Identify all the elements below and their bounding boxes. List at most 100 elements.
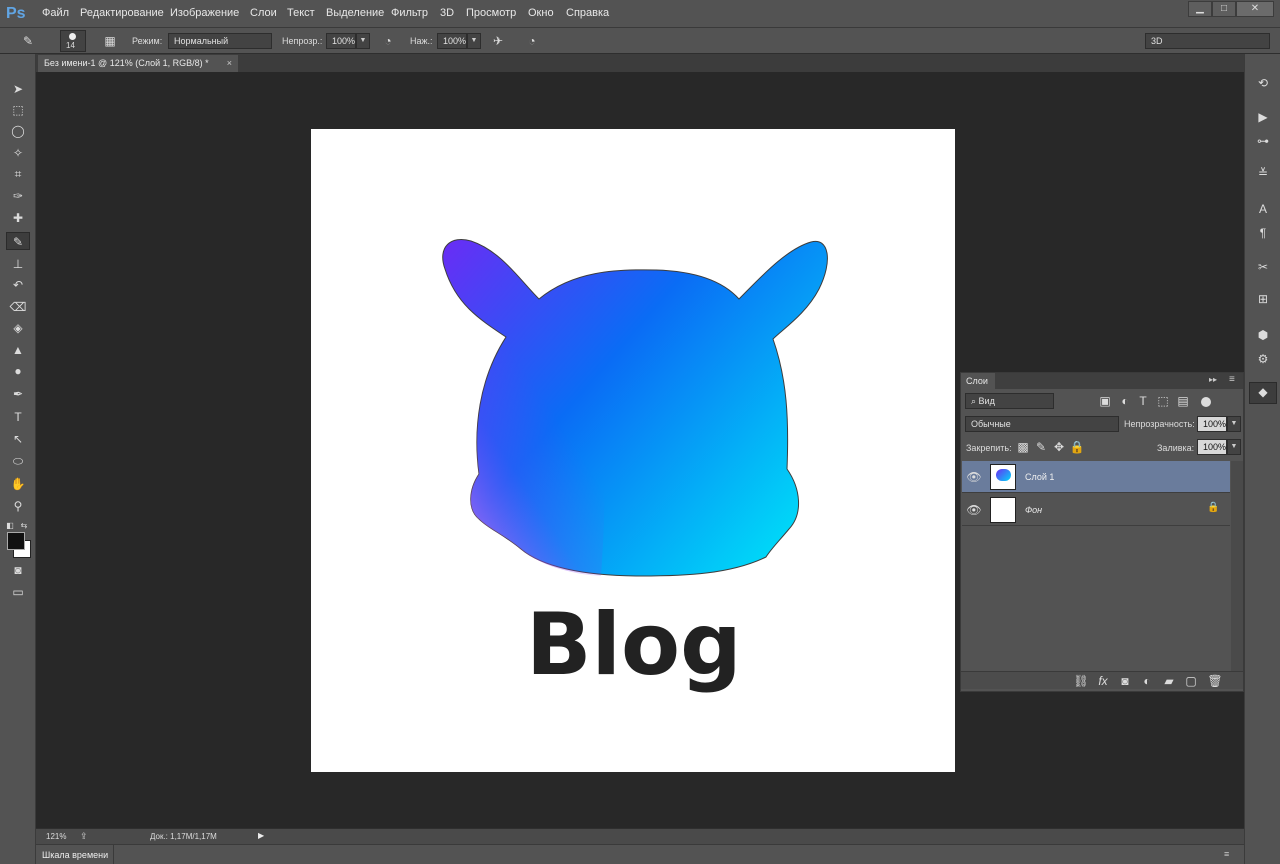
menu-file[interactable]: Файл xyxy=(42,7,69,19)
layers-scrollbar[interactable] xyxy=(1231,461,1243,673)
quick-select-tool-icon[interactable]: ✧ xyxy=(8,144,28,162)
layer-row-background[interactable]: 👁 Фон 🔒 xyxy=(962,494,1230,526)
adjustments-panel-icon[interactable]: ⊶ xyxy=(1253,132,1273,150)
document-tab[interactable]: Без имени-1 @ 121% (Слой 1, RGB/8) * × xyxy=(38,55,238,72)
layer-row-layer1[interactable]: 👁 Слой 1 xyxy=(962,461,1230,493)
adjustment-layer-icon[interactable]: ◐ xyxy=(1137,672,1157,690)
menu-view[interactable]: Просмотр xyxy=(466,7,516,19)
history-brush-tool-icon[interactable]: ↶ xyxy=(8,276,28,294)
layer-filter-select[interactable]: ⌕ Вид xyxy=(965,393,1054,409)
brush-tip-icon xyxy=(69,33,76,40)
blur-tool-icon[interactable]: ▲ xyxy=(8,341,28,359)
filter-shape-icon[interactable]: ⬚ xyxy=(1153,392,1173,410)
panel-menu-icon[interactable]: ≡ xyxy=(1229,374,1235,385)
menu-3d[interactable]: 3D xyxy=(440,7,454,19)
dodge-tool-icon[interactable]: ● xyxy=(8,362,28,380)
crop-tool-icon[interactable]: ⌗ xyxy=(8,165,28,183)
menu-image[interactable]: Изображение xyxy=(170,7,239,19)
tool-presets-icon[interactable]: ✂ xyxy=(1253,258,1273,276)
workspace-select[interactable]: 3D xyxy=(1145,33,1270,49)
layers-panel-icon[interactable]: ◆ xyxy=(1249,382,1277,404)
filter-toggle-icon[interactable] xyxy=(1201,397,1211,407)
airbrush-icon[interactable]: ✈ xyxy=(488,32,508,50)
maximize-icon[interactable]: □ xyxy=(1212,1,1236,17)
type-tool-icon[interactable]: T xyxy=(8,408,28,426)
flow-dropdown-icon[interactable]: ▼ xyxy=(467,33,481,49)
menu-edit[interactable]: Редактирование xyxy=(80,7,164,19)
visibility-eye-icon[interactable]: 👁 xyxy=(964,501,984,519)
filter-smart-object-icon[interactable]: ▤ xyxy=(1173,392,1193,410)
eyedropper-tool-icon[interactable]: ✑ xyxy=(8,187,28,205)
fill-input[interactable]: 100% xyxy=(1197,439,1227,455)
move-tool-icon[interactable]: ➤ xyxy=(8,80,28,98)
mode-select[interactable]: Нормальный xyxy=(168,33,272,49)
foreground-color-swatch[interactable] xyxy=(7,532,25,550)
actions-panel-icon[interactable]: ▶ xyxy=(1253,108,1273,126)
zoom-tool-icon[interactable]: ⚲ xyxy=(8,497,28,515)
delete-layer-icon[interactable]: 🗑 xyxy=(1205,672,1225,690)
link-layers-icon[interactable]: ⛓ xyxy=(1071,672,1091,690)
lock-image-icon[interactable]: ✎ xyxy=(1031,438,1051,456)
collapse-panel-icon[interactable]: ▸▸ xyxy=(1209,375,1217,384)
lock-all-icon[interactable]: 🔒 xyxy=(1067,438,1087,456)
hand-tool-icon[interactable]: ✋ xyxy=(8,475,28,493)
paint-bucket-tool-icon[interactable]: ◈ xyxy=(8,319,28,337)
blend-mode-select[interactable]: Обычные xyxy=(965,416,1119,432)
menu-type[interactable]: Текст xyxy=(287,7,315,19)
status-menu-arrow-icon[interactable]: ▶ xyxy=(258,831,264,840)
brush-tool-icon[interactable]: ✎ xyxy=(18,32,38,50)
brush-panel-toggle-icon[interactable]: ▦ xyxy=(100,32,120,50)
history-panel-icon[interactable]: ⟲ xyxy=(1253,74,1273,92)
add-mask-icon[interactable]: ◙ xyxy=(1115,672,1135,690)
path-selection-tool-icon[interactable]: ↖ xyxy=(8,430,28,448)
screen-mode-icon[interactable]: ▭ xyxy=(8,583,28,601)
layers-panel-tab[interactable]: Слои xyxy=(961,373,995,389)
filter-type-icon[interactable]: T xyxy=(1133,392,1153,410)
new-layer-icon[interactable]: ▢ xyxy=(1181,672,1201,690)
filter-adjustment-icon[interactable]: ◐ xyxy=(1115,392,1135,410)
properties-panel-icon[interactable]: ⚙ xyxy=(1253,350,1273,368)
menu-window[interactable]: Окно xyxy=(528,7,554,19)
lasso-tool-icon[interactable]: ◯ xyxy=(8,122,28,140)
menu-help[interactable]: Справка xyxy=(566,7,609,19)
layer-style-icon[interactable]: fx xyxy=(1093,672,1113,690)
marquee-tool-icon[interactable]: ⬚ xyxy=(8,101,28,119)
layer-opacity-input[interactable]: 100% xyxy=(1197,416,1227,432)
close-icon[interactable]: ✕ xyxy=(1236,1,1274,17)
visibility-eye-icon[interactable]: 👁 xyxy=(964,468,984,486)
opacity-dropdown-icon[interactable]: ▼ xyxy=(356,33,370,49)
lock-transparent-icon[interactable]: ▩ xyxy=(1013,438,1033,456)
menu-select[interactable]: Выделение xyxy=(326,7,384,19)
paragraph-panel-icon[interactable]: ¶ xyxy=(1253,224,1273,242)
clone-source-icon[interactable]: ⊞ xyxy=(1253,290,1273,308)
document-canvas[interactable]: Blog xyxy=(311,129,955,772)
status-share-icon[interactable]: ⇪ xyxy=(80,831,88,842)
timeline-menu-icon[interactable]: ≡ xyxy=(1224,849,1229,859)
channels-panel-icon[interactable]: ≚ xyxy=(1253,164,1273,182)
filter-pixel-icon[interactable]: ▣ xyxy=(1095,392,1115,410)
menu-layers[interactable]: Слои xyxy=(250,7,277,19)
fill-dropdown-icon[interactable]: ▼ xyxy=(1227,439,1241,455)
clone-stamp-tool-icon[interactable]: ⊥ xyxy=(8,255,28,273)
minimize-icon[interactable]: ▁ xyxy=(1188,1,1212,17)
eraser-tool-icon[interactable]: ⌫ xyxy=(8,298,28,316)
3d-panel-icon[interactable]: ⬢ xyxy=(1253,326,1273,344)
pressure-opacity-icon[interactable]: ◔ xyxy=(378,32,398,50)
close-tab-icon[interactable]: × xyxy=(227,55,232,72)
flow-input[interactable]: 100% xyxy=(437,33,467,49)
menu-filter[interactable]: Фильтр xyxy=(391,7,428,19)
character-panel-icon[interactable]: A xyxy=(1253,200,1273,218)
lock-position-icon[interactable]: ✥ xyxy=(1049,438,1069,456)
zoom-level[interactable]: 121% xyxy=(46,832,66,841)
pressure-size-icon[interactable]: ◔ xyxy=(522,32,542,50)
pen-tool-icon[interactable]: ✒ xyxy=(8,385,28,403)
brush-tool-active-icon[interactable]: ✎ xyxy=(6,232,30,250)
layer-opacity-dropdown-icon[interactable]: ▼ xyxy=(1227,416,1241,432)
timeline-tab[interactable]: Шкала времени xyxy=(36,845,114,864)
opacity-input[interactable]: 100% xyxy=(326,33,356,49)
quick-mask-icon[interactable]: ◙ xyxy=(8,561,28,579)
healing-brush-tool-icon[interactable]: ✚ xyxy=(8,209,28,227)
brush-preset-picker[interactable]: 14 xyxy=(60,30,86,52)
ellipse-tool-icon[interactable]: ⬭ xyxy=(8,452,28,470)
new-group-icon[interactable]: ▰ xyxy=(1159,672,1179,690)
